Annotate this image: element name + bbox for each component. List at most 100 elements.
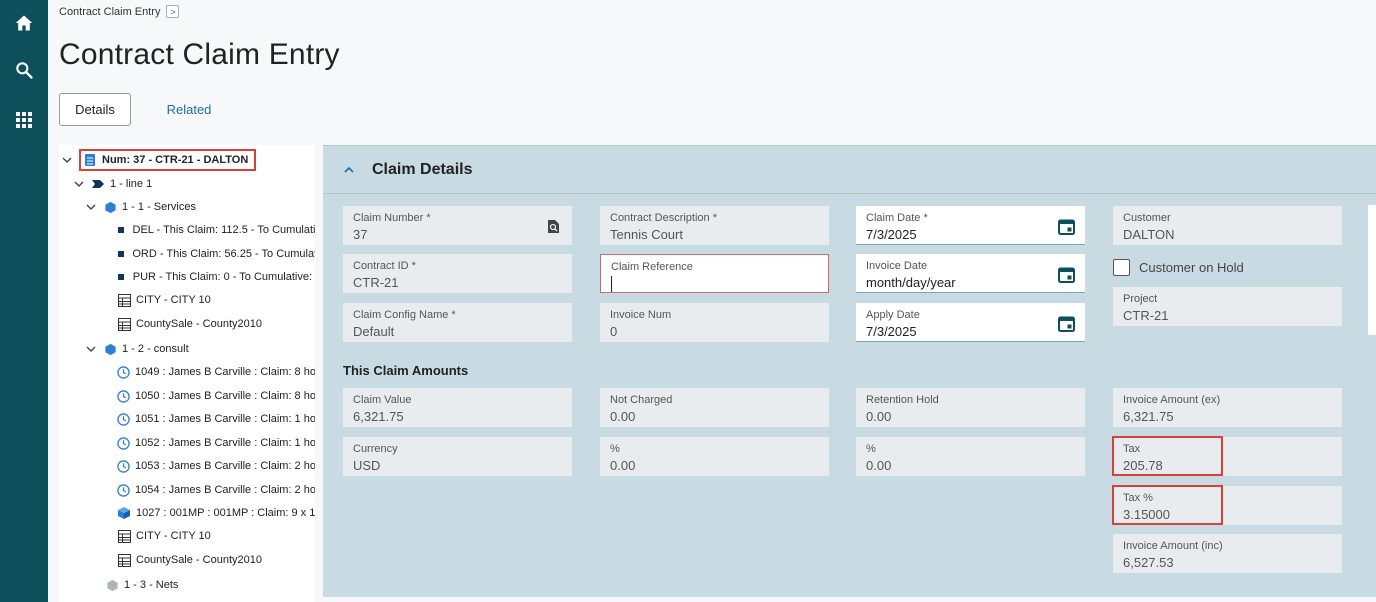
table-icon bbox=[117, 553, 131, 567]
field-value: DALTON bbox=[1123, 227, 1175, 242]
field-label: Customer bbox=[1123, 212, 1171, 224]
tree-node-label: 1053 : James B Carville : Claim: 2 hours bbox=[135, 460, 315, 472]
field-label: Claim Reference bbox=[611, 261, 693, 273]
tax-field[interactable]: Tax 205.78 bbox=[1113, 437, 1342, 476]
home-icon bbox=[14, 13, 34, 38]
invoice-amount-inc-field[interactable]: Invoice Amount (inc) 6,527.53 bbox=[1113, 534, 1342, 573]
clock-icon bbox=[117, 436, 130, 450]
not-charged-percent-field[interactable]: % 0.00 bbox=[600, 437, 829, 476]
customer-on-hold-toggle[interactable]: Customer on Hold bbox=[1113, 259, 1244, 276]
tree-node-label: 1 - 2 - consult bbox=[122, 343, 189, 355]
calendar-icon[interactable] bbox=[1057, 265, 1075, 283]
contract-id-field[interactable]: Contract ID * CTR-21 bbox=[343, 254, 572, 293]
tree-node-city[interactable]: CITY - CITY 10 bbox=[117, 526, 211, 546]
retention-percent-field[interactable]: % 0.00 bbox=[856, 437, 1085, 476]
apply-date-field[interactable]: Apply Date 7/3/2025 bbox=[856, 303, 1085, 342]
main-area: Contract Claim Entry > Contract Claim En… bbox=[48, 0, 1376, 602]
claim-reference-input[interactable]: Claim Reference bbox=[600, 254, 829, 293]
apps-button[interactable] bbox=[0, 104, 48, 140]
tree-node-nets[interactable]: 1 - 3 - Nets bbox=[105, 575, 178, 595]
chevron-down-icon[interactable] bbox=[85, 343, 97, 355]
tab-details[interactable]: Details bbox=[59, 93, 131, 126]
table-icon bbox=[117, 293, 131, 307]
clock-icon bbox=[117, 389, 130, 403]
search-button[interactable] bbox=[0, 54, 48, 90]
calendar-icon[interactable] bbox=[1057, 314, 1075, 332]
field-value: 6,321.75 bbox=[1123, 409, 1174, 424]
claim-number-field[interactable]: Claim Number * 37 bbox=[343, 206, 572, 245]
tree-node-1054[interactable]: 1054 : James B Carville : Claim: 2 hours bbox=[117, 480, 315, 500]
search-icon bbox=[14, 60, 34, 85]
field-label: Claim Value bbox=[353, 394, 412, 406]
tab-related[interactable]: Related bbox=[144, 93, 234, 126]
chevron-down-icon[interactable] bbox=[61, 154, 73, 166]
invoice-amount-ex-field[interactable]: Invoice Amount (ex) 6,321.75 bbox=[1113, 388, 1342, 427]
tree-node-label: 1054 : James B Carville : Claim: 2 hours bbox=[135, 484, 315, 496]
tree-node-1052[interactable]: 1052 : James B Carville : Claim: 1 hours bbox=[117, 433, 315, 453]
field-label: Contract ID * bbox=[353, 260, 416, 272]
project-field[interactable]: Project CTR-21 bbox=[1113, 287, 1342, 326]
checkbox-label: Customer on Hold bbox=[1139, 260, 1244, 275]
not-charged-field[interactable]: Not Charged 0.00 bbox=[600, 388, 829, 427]
field-label: Invoice Num bbox=[610, 309, 672, 321]
field-label: Invoice Amount (ex) bbox=[1123, 394, 1221, 406]
tree-node-1053[interactable]: 1053 : James B Carville : Claim: 2 hours bbox=[117, 456, 315, 476]
customer-on-hold-checkbox[interactable] bbox=[1113, 259, 1130, 276]
claim-details-panel: Claim Details Claim Number * 37 Contract… bbox=[323, 145, 1376, 597]
tree-node-ord[interactable]: ORD - This Claim: 56.25 - To Cumulative bbox=[117, 244, 315, 264]
field-value: 37 bbox=[353, 227, 368, 242]
field-label: Tax bbox=[1123, 443, 1141, 455]
chevron-down-icon[interactable] bbox=[85, 201, 97, 213]
field-label: Currency bbox=[353, 443, 398, 455]
field-value: 0.00 bbox=[866, 458, 892, 473]
breadcrumb-item[interactable]: Contract Claim Entry bbox=[59, 6, 160, 18]
lookup-icon[interactable] bbox=[544, 217, 562, 235]
chevron-up-icon[interactable] bbox=[341, 162, 357, 178]
customer-field[interactable]: Customer DALTON bbox=[1113, 206, 1342, 245]
retention-hold-field[interactable]: Retention Hold 0.00 bbox=[856, 388, 1085, 427]
tree-node-label: CountySale - County2010 bbox=[136, 318, 262, 330]
field-label: % bbox=[610, 443, 620, 455]
chevron-down-icon[interactable] bbox=[73, 178, 85, 190]
tree-node-1050[interactable]: 1050 : James B Carville : Claim: 8 hours bbox=[117, 386, 315, 406]
tree-node-label: CITY - CITY 10 bbox=[136, 294, 211, 306]
tree-node-label: DEL - This Claim: 112.5 - To Cumulative bbox=[132, 224, 316, 236]
table-icon bbox=[117, 529, 131, 543]
tree-node-1051[interactable]: 1051 : James B Carville : Claim: 1 hours bbox=[117, 409, 315, 429]
field-label: Tax % bbox=[1123, 492, 1153, 504]
breadcrumb: Contract Claim Entry > bbox=[59, 5, 180, 18]
bullet-icon bbox=[117, 270, 125, 284]
invoice-num-field[interactable]: Invoice Num 0 bbox=[600, 303, 829, 342]
invoice-date-field[interactable]: Invoice Date month/day/year bbox=[856, 254, 1085, 293]
tree-node-county[interactable]: CountySale - County2010 bbox=[117, 314, 262, 334]
field-value: CTR-21 bbox=[353, 275, 399, 290]
tree-node-del[interactable]: DEL - This Claim: 112.5 - To Cumulative bbox=[117, 220, 315, 240]
tree-node-consult[interactable]: 1 - 2 - consult bbox=[85, 339, 189, 359]
claim-date-field[interactable]: Claim Date * 7/3/2025 bbox=[856, 206, 1085, 245]
tree-node-services[interactable]: 1 - 1 - Services bbox=[85, 197, 196, 217]
field-label: Invoice Date bbox=[866, 260, 928, 272]
tree-node-label: Num: 37 - CTR-21 - DALTON bbox=[102, 154, 249, 166]
tree-node-1049[interactable]: 1049 : James B Carville : Claim: 8 hours bbox=[117, 362, 315, 382]
hexagon-icon bbox=[103, 342, 117, 356]
field-label: % bbox=[866, 443, 876, 455]
currency-field[interactable]: Currency USD bbox=[343, 437, 572, 476]
tax-percent-field[interactable]: Tax % 3.15000 bbox=[1113, 486, 1342, 525]
clock-icon bbox=[117, 365, 130, 379]
calendar-icon[interactable] bbox=[1057, 217, 1075, 235]
panel-title: Claim Details bbox=[372, 160, 473, 178]
tree-node-city[interactable]: CITY - CITY 10 bbox=[117, 290, 211, 310]
claim-value-field[interactable]: Claim Value 6,321.75 bbox=[343, 388, 572, 427]
contract-description-field[interactable]: Contract Description * Tennis Court bbox=[600, 206, 829, 245]
tree-node-pur[interactable]: PUR - This Claim: 0 - To Cumulative: 0 bbox=[117, 267, 315, 287]
tree-node-county[interactable]: CountySale - County2010 bbox=[117, 550, 262, 570]
field-label: Invoice Amount (inc) bbox=[1123, 540, 1223, 552]
tree-node-root[interactable]: Num: 37 - CTR-21 - DALTON bbox=[61, 149, 257, 171]
field-value: 7/3/2025 bbox=[866, 324, 917, 339]
claim-config-name-field[interactable]: Claim Config Name * Default bbox=[343, 303, 572, 342]
tree-node-line[interactable]: 1 - line 1 bbox=[73, 174, 152, 194]
breadcrumb-expand-button[interactable]: > bbox=[166, 5, 180, 18]
tree-node-1027[interactable]: 1027 : 001MP : 001MP : Claim: 9 x 11 Uni… bbox=[117, 503, 315, 523]
tree-node-label: CountySale - County2010 bbox=[136, 554, 262, 566]
home-button[interactable] bbox=[0, 7, 48, 43]
